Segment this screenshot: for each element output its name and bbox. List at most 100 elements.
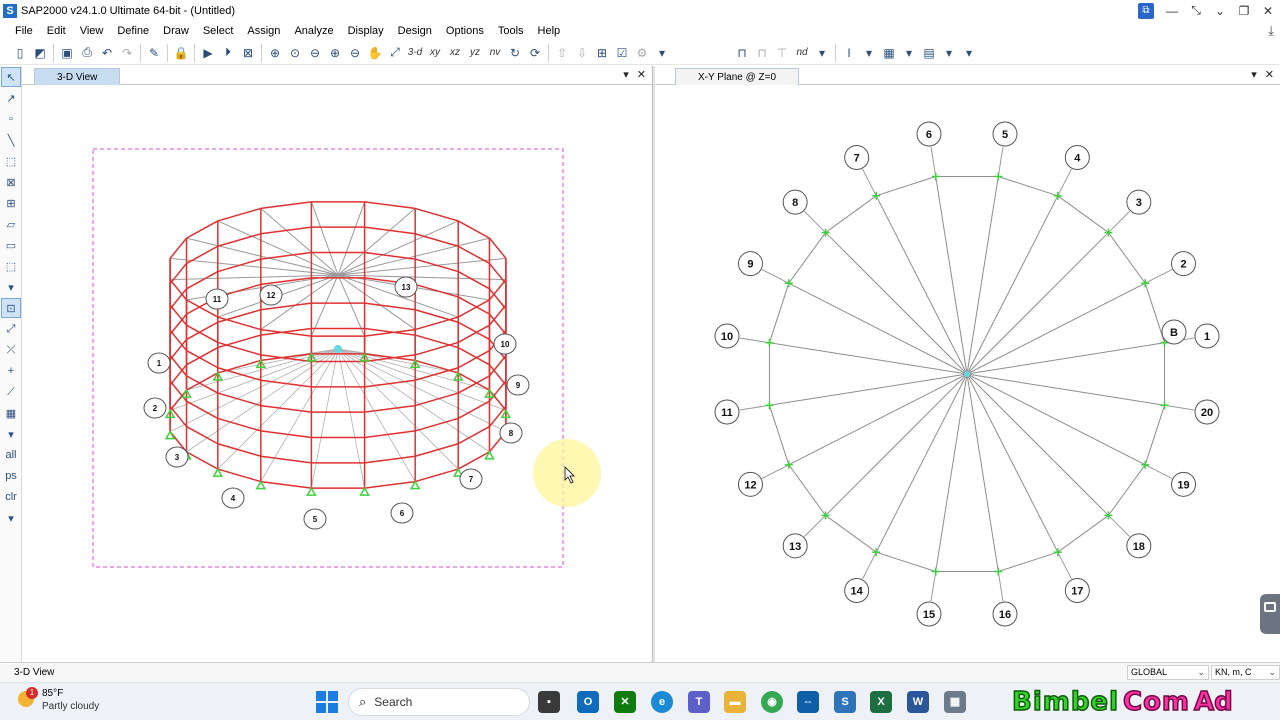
fit-icon[interactable]: ⤢ — [385, 43, 405, 63]
plan-canvas[interactable]: 1 2 3 4 5 6 7 8 9 10 11 12 13 14 15 16 17 18 19 20 B — [655, 86, 1280, 662]
side-panel-handle[interactable] — [1260, 594, 1280, 634]
draw-secondary-icon[interactable]: ⊞ — [1, 193, 21, 213]
zoom-window-icon[interactable]: ⊕ — [265, 43, 285, 63]
view-3d-button[interactable]: 3-d — [405, 43, 425, 63]
dropdown-chevron-icon[interactable]: ▾ — [1, 424, 21, 444]
menu-draw[interactable]: Draw — [156, 21, 196, 41]
nd-button[interactable]: nd — [792, 43, 812, 63]
panel-close-icon[interactable]: ✕ — [1265, 68, 1274, 81]
zoom-previous-icon[interactable]: ⊖ — [305, 43, 325, 63]
set-display-options-icon[interactable]: ☑ — [612, 43, 632, 63]
save-icon[interactable]: ▣ — [57, 43, 77, 63]
dropdown-chevron-icon[interactable]: ▾ — [859, 43, 879, 63]
start-button[interactable] — [316, 691, 338, 713]
snap-end-icon[interactable]: ⟋ — [1, 382, 21, 402]
intersect-line-icon[interactable]: ⤫ — [1, 340, 21, 360]
menu-tools[interactable]: Tools — [491, 21, 531, 41]
move-down-icon[interactable]: ⇩ — [572, 43, 592, 63]
undo-icon[interactable]: ↶ — [97, 43, 117, 63]
area-section-icon[interactable]: ▦ — [879, 43, 899, 63]
draw-brace-icon[interactable]: ⊠ — [1, 172, 21, 192]
zoom-in-icon[interactable]: ⊕ — [325, 43, 345, 63]
view-panel-plan[interactable]: X-Y Plane @ Z=0 ▾ ✕ 1 2 3 4 5 6 7 8 9 10 11 12 13 14 1… — [655, 66, 1280, 662]
lock-icon[interactable]: 🔒 — [171, 43, 191, 63]
dropdown-chevron-icon[interactable]: ▾ — [1, 508, 21, 528]
view-xy-button[interactable]: xy — [425, 43, 445, 63]
view-nv-button[interactable]: nv — [485, 43, 505, 63]
taskbar-search[interactable]: ⌕ Search — [348, 688, 530, 716]
menu-display[interactable]: Display — [341, 21, 391, 41]
teams-icon[interactable]: T — [688, 691, 710, 713]
show-undeformed-icon[interactable]: ⊠ — [238, 43, 258, 63]
run-analysis-icon[interactable]: ▶ — [198, 43, 218, 63]
word-icon[interactable]: W — [907, 691, 929, 713]
model-3d-canvas[interactable]: 1 2 3 4 5 6 7 8 9 10 11 12 13 — [22, 86, 652, 662]
table-icon[interactable]: ▤ — [919, 43, 939, 63]
draw-quad-icon[interactable]: ⬚ — [1, 256, 21, 276]
panel-close-icon[interactable]: ✕ — [637, 68, 646, 81]
tab-3d-view[interactable]: 3-D View — [34, 68, 121, 85]
print-icon[interactable]: ⎙ — [77, 43, 97, 63]
units-select[interactable]: KN, m, C ⌄ — [1211, 665, 1280, 680]
menu-design[interactable]: Design — [391, 21, 439, 41]
select-all-objects-icon[interactable]: all — [1, 445, 21, 465]
draw-area-icon[interactable]: ▱ — [1, 214, 21, 234]
collapse-icon[interactable]: ⤡ — [1184, 3, 1208, 18]
weather-widget[interactable]: 1 85°F Partly cloudy — [18, 687, 99, 713]
restore-button[interactable]: ❐ — [1232, 4, 1256, 18]
view-xz-button[interactable]: xz — [445, 43, 465, 63]
draw-bracing-icon[interactable]: ⊓ — [752, 43, 772, 63]
outlook-icon[interactable]: O — [577, 691, 599, 713]
excel-icon[interactable]: X — [870, 691, 892, 713]
snap-point-icon[interactable]: + — [1, 361, 21, 381]
menu-select[interactable]: Select — [196, 21, 241, 41]
xbox-icon[interactable]: ✕ — [614, 691, 636, 713]
section-icon[interactable]: I — [839, 43, 859, 63]
draw-rectangle-icon[interactable]: ▭ — [1, 235, 21, 255]
draw-link-icon[interactable]: ⊤ — [772, 43, 792, 63]
assign-icon[interactable]: ⚙ — [632, 43, 652, 63]
draw-frame-icon[interactable]: ⊓ — [732, 43, 752, 63]
menu-analyze[interactable]: Analyze — [287, 21, 340, 41]
minimize-button[interactable]: — — [1160, 4, 1184, 18]
menu-help[interactable]: Help — [531, 21, 568, 41]
menu-options[interactable]: Options — [439, 21, 491, 41]
sap2000-taskbar-icon[interactable]: S — [834, 691, 856, 713]
clear-selection-icon[interactable]: clr — [1, 487, 21, 507]
new-file-icon[interactable]: ▯ — [10, 43, 30, 63]
menu-define[interactable]: Define — [110, 21, 156, 41]
tab-xy-plane[interactable]: X-Y Plane @ Z=0 — [675, 68, 800, 85]
dropdown-chevron-icon[interactable]: ▾ — [1, 277, 21, 297]
coord-system-select[interactable]: GLOBAL ⌄ — [1127, 665, 1209, 680]
snap-grid-icon[interactable]: ▦ — [1, 403, 21, 423]
move-up-icon[interactable]: ⇧ — [552, 43, 572, 63]
pan-icon[interactable]: ✋ — [365, 43, 385, 63]
pointer-icon[interactable]: ↖ — [1, 67, 21, 87]
quick-draw-frame-icon[interactable]: ⬚ — [1, 151, 21, 171]
menu-edit[interactable]: Edit — [40, 21, 73, 41]
refresh-view-icon[interactable]: ✎ — [144, 43, 164, 63]
model-3d-drawing[interactable]: 1234567891011 1213 — [22, 86, 652, 662]
menu-file[interactable]: File — [8, 21, 40, 41]
panel-menu-icon[interactable]: ▾ — [623, 68, 629, 81]
zoom-out-icon[interactable]: ⊖ — [345, 43, 365, 63]
task-view-icon[interactable]: ▪ — [538, 691, 560, 713]
perspective-icon[interactable]: ⟳ — [525, 43, 545, 63]
dropdown-chevron-icon[interactable]: ▾ — [959, 43, 979, 63]
close-button[interactable]: ✕ — [1256, 4, 1280, 18]
panel-menu-icon[interactable]: ▾ — [1251, 68, 1257, 81]
draw-frame-icon[interactable]: ╲ — [1, 130, 21, 150]
object-shrink-icon[interactable]: ⊞ — [592, 43, 612, 63]
previous-selection-icon[interactable]: ps — [1, 466, 21, 486]
rotate-icon[interactable]: ↻ — [505, 43, 525, 63]
plan-drawing[interactable]: 123456789101112131415 1617181920B — [655, 86, 1280, 662]
redo-icon[interactable]: ↷ — [117, 43, 137, 63]
download-icon[interactable]: ⤓ — [1268, 23, 1274, 39]
select-pointer-icon[interactable]: ⤢ — [1, 319, 21, 339]
run-now-icon[interactable]: ⏵ — [218, 43, 238, 63]
dropdown-chevron-icon[interactable]: ▾ — [812, 43, 832, 63]
file-explorer-icon[interactable]: ▬ — [724, 691, 746, 713]
dropdown-chevron-icon[interactable]: ▾ — [652, 43, 672, 63]
menu-view[interactable]: View — [73, 21, 111, 41]
draw-joint-icon[interactable]: ▫ — [1, 109, 21, 129]
